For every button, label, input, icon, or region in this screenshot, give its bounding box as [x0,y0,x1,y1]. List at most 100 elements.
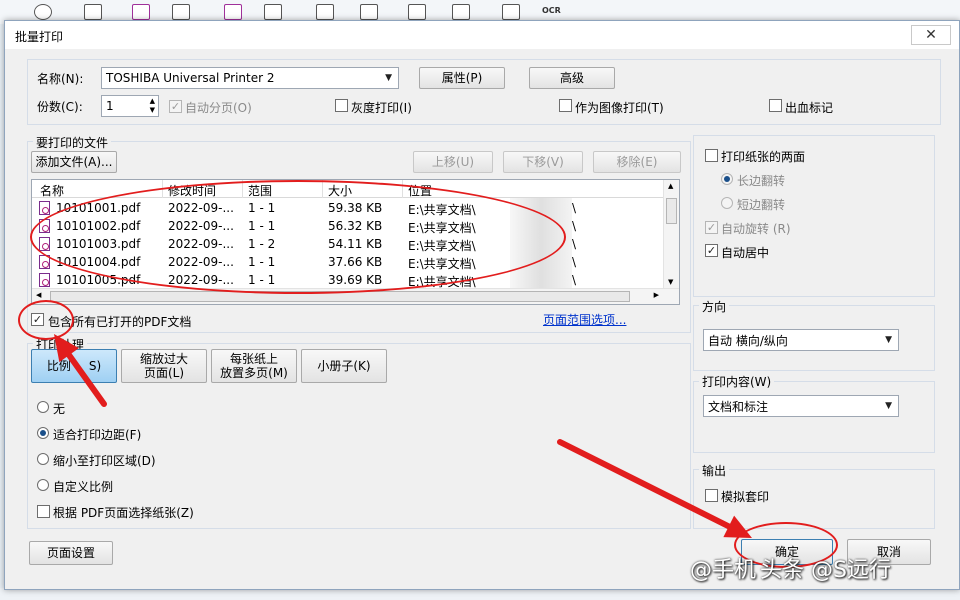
table-cell-name: 10101004.pdf [56,255,141,269]
page-setup-button[interactable]: 页面设置 [29,541,113,565]
page-icon[interactable] [408,4,426,20]
copies-label: 份数(C): [37,100,83,114]
document-icon[interactable] [264,4,282,20]
orientation-group-label: 方向 [699,298,730,315]
scroll-right-icon[interactable]: ▶ [654,291,659,299]
option-shrink-radio[interactable] [37,453,49,465]
column-header[interactable]: 修改时间 [168,182,216,199]
chevron-down-icon: ▼ [885,401,892,411]
choose-paper-checkbox[interactable] [37,505,50,518]
collate-label: 自动分页(O) [185,101,252,115]
scroll-left-icon[interactable]: ◀ [36,291,41,299]
scale-button[interactable]: 比例 S) [31,349,117,383]
content-group-label: 打印内容(W) [699,373,775,390]
move-down-button[interactable]: 下移(V) [503,151,583,173]
table-cell-location: E:\共享文档\ [408,221,476,235]
open-icon[interactable] [84,4,102,20]
batch-print-dialog: 批量打印 ✕ 名称(N): TOSHIBA Universal Printer … [4,20,960,590]
grayscale-checkbox[interactable] [335,99,348,112]
table-header: 名称 修改时间 范围 大小 位置 [32,180,679,198]
option-none-radio[interactable] [37,401,49,413]
simulate-overprint-checkbox[interactable] [705,489,718,502]
column-header[interactable]: 大小 [328,182,352,199]
convert-icon[interactable] [172,4,190,20]
option-shrink-label: 缩小至打印区域(D) [53,454,156,468]
table-cell-path-tail: \ [572,255,577,269]
scroll-thumb[interactable] [50,291,630,302]
orientation-value: 自动 横向/纵向 [708,333,788,348]
table-cell-range: 1 - 1 [248,255,276,269]
export-icon[interactable] [452,4,470,20]
column-divider[interactable] [242,180,243,198]
fit-large-pages-label: 缩放过大 页面(L) [139,352,188,380]
highlighter-icon[interactable] [360,4,378,20]
remove-button[interactable]: 移除(E) [593,151,681,173]
move-up-button[interactable]: 上移(U) [413,151,493,173]
long-edge-radio[interactable] [721,173,733,185]
table-cell-path-tail: \ [572,237,577,251]
option-custom-scale-radio[interactable] [37,479,49,491]
table-cell-modified: 2022-09-... [168,219,234,233]
copies-stepper[interactable]: 1 ▲ ▼ [101,95,159,117]
duplex-checkbox[interactable] [705,149,718,162]
new-icon[interactable] [34,4,52,20]
horizontal-scrollbar[interactable]: ◀ ▶ [32,288,679,304]
booklet-button[interactable]: 小册子(K) [301,349,387,383]
fit-large-pages-button[interactable]: 缩放过大 页面(L) [121,349,207,383]
printer-select[interactable]: TOSHIBA Universal Printer 2 ▼ [101,67,399,89]
column-divider[interactable] [322,180,323,198]
column-header[interactable]: 位置 [408,182,432,199]
column-header[interactable]: 范围 [248,182,272,199]
pdf-file-icon [39,201,50,215]
advanced-button[interactable]: 高级 [529,67,615,89]
content-select[interactable]: 文档和标注 ▼ [703,395,899,417]
ocr-icon[interactable]: OCR [542,6,561,15]
properties-button[interactable]: 属性(P) [419,67,505,89]
collate-checkbox[interactable]: ✓ [169,100,182,113]
files-group-label: 要打印的文件 [33,134,112,151]
table-cell-name: 10101002.pdf [56,219,141,233]
watermark-text: 头条 @S远行 [760,558,891,583]
table-cell-range: 1 - 2 [248,237,276,251]
text-icon[interactable] [132,4,150,20]
vertical-scrollbar[interactable]: ▲ ▼ [663,180,679,288]
short-edge-label: 短边翻转 [737,198,786,212]
typewriter-icon[interactable] [316,4,334,20]
scroll-down-icon[interactable]: ▼ [668,278,673,286]
format-icon[interactable] [224,4,242,20]
option-fit-margins-label: 适合打印边距(F) [53,428,142,442]
print-as-image-checkbox[interactable] [559,99,572,112]
close-icon: ✕ [925,27,937,43]
printer-name-label: 名称(N): [37,72,84,86]
multiple-pages-button[interactable]: 每张纸上 放置多页(M) [211,349,297,383]
watermark-prefix: @手机 [690,558,757,583]
pdf-file-icon [39,273,50,287]
scroll-up-icon[interactable]: ▲ [668,182,673,190]
bleed-marks-label: 出血标记 [785,101,834,115]
close-button[interactable]: ✕ [911,25,951,45]
add-file-button[interactable]: 添加文件(A)... [31,151,117,173]
bleed-marks-checkbox[interactable] [769,99,782,112]
page-range-link[interactable]: 页面范围选项... [543,311,626,328]
auto-center-checkbox[interactable]: ✓ [705,244,718,257]
pdf-file-icon [39,219,50,233]
orientation-select[interactable]: 自动 横向/纵向 ▼ [703,329,899,351]
column-divider[interactable] [162,180,163,198]
auto-rotate-checkbox[interactable]: ✓ [705,221,718,234]
table-cell-modified: 2022-09-... [168,255,234,269]
content-value: 文档和标注 [708,399,769,414]
include-open-checkbox[interactable]: ✓ [31,313,44,326]
table-cell-range: 1 - 1 [248,219,276,233]
column-header[interactable]: 名称 [40,182,64,199]
column-divider[interactable] [402,180,403,198]
scroll-thumb[interactable] [666,198,677,224]
option-fit-margins-radio[interactable] [37,427,49,439]
table-cell-modified: 2022-09-... [168,273,234,287]
stepper-arrows-icon[interactable]: ▲ ▼ [150,97,155,115]
table-cell-size: 59.38 KB [328,201,383,215]
table-cell-location: E:\共享文档\ [408,203,476,217]
save-icon[interactable] [502,4,520,20]
short-edge-radio[interactable] [721,197,733,209]
content-group [693,381,935,453]
file-table[interactable]: 名称 修改时间 范围 大小 位置 10101001.pdf 2022-09-...… [31,179,680,305]
